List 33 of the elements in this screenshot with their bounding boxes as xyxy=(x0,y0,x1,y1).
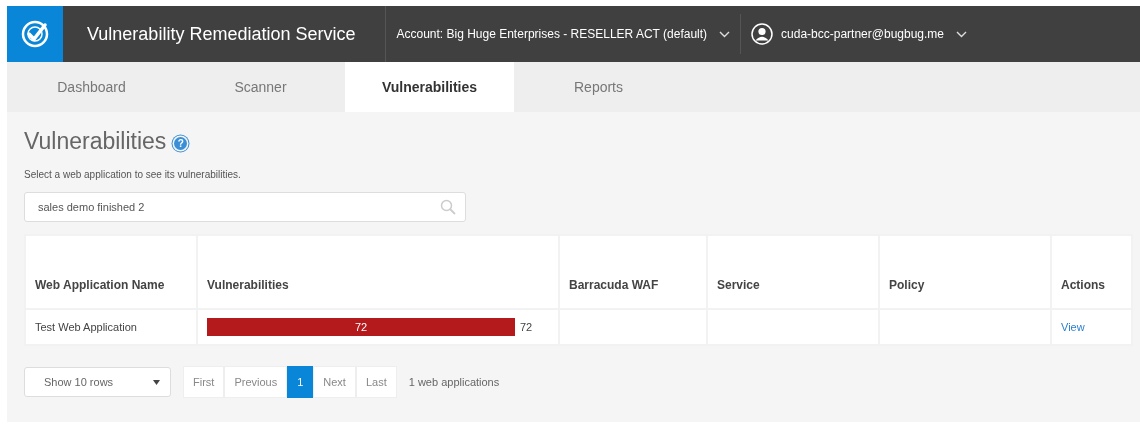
page-button[interactable]: Next xyxy=(313,366,356,398)
page-button[interactable]: Previous xyxy=(224,366,288,398)
column-header: Actions xyxy=(1051,235,1132,309)
page-button[interactable]: 1 xyxy=(287,366,314,398)
view-link[interactable]: View xyxy=(1061,321,1085,333)
page-button[interactable]: Last xyxy=(355,366,397,398)
nav-tab[interactable]: Vulnerabilities xyxy=(345,62,514,112)
rows-dropdown[interactable]: Show 10 rows xyxy=(24,367,171,397)
user-menu[interactable]: cuda-bcc-partner@bugbug.me xyxy=(741,14,977,54)
table-cell: Test Web Application xyxy=(25,309,197,345)
nav-tab[interactable]: Reports xyxy=(514,62,683,112)
search-icon xyxy=(440,199,456,215)
search-field[interactable]: sales demo finished 2 xyxy=(24,192,466,222)
page-title: Vulnerabilities xyxy=(24,128,167,155)
column-header: Barracuda WAF xyxy=(559,235,707,309)
column-header: Service xyxy=(707,235,879,309)
account-dropdown[interactable]: Account: Big Huge Enterprises - RESELLER ACT (default) xyxy=(386,14,742,54)
vulnerability-bar: 72 xyxy=(207,318,515,336)
chevron-icon xyxy=(719,30,731,38)
hint-text: Select a web application to see its vulnerabilities. xyxy=(24,169,242,180)
vulnerability-count: 72 xyxy=(520,321,533,333)
chevron-icon xyxy=(956,30,967,38)
column-header: Web Application Name xyxy=(25,235,197,309)
results-summary: 1 web applications xyxy=(408,376,500,388)
user-icon xyxy=(751,23,774,45)
column-header: Vulnerabilities xyxy=(197,235,559,309)
page-button[interactable]: First xyxy=(183,366,225,398)
column-header: Policy xyxy=(879,235,1051,309)
nav-tab[interactable]: Dashboard xyxy=(7,62,176,112)
nav-tab[interactable]: Scanner xyxy=(176,62,345,112)
caret-icon xyxy=(153,379,160,385)
logo-icon xyxy=(7,6,63,62)
help-icon[interactable]: ? xyxy=(174,137,188,150)
